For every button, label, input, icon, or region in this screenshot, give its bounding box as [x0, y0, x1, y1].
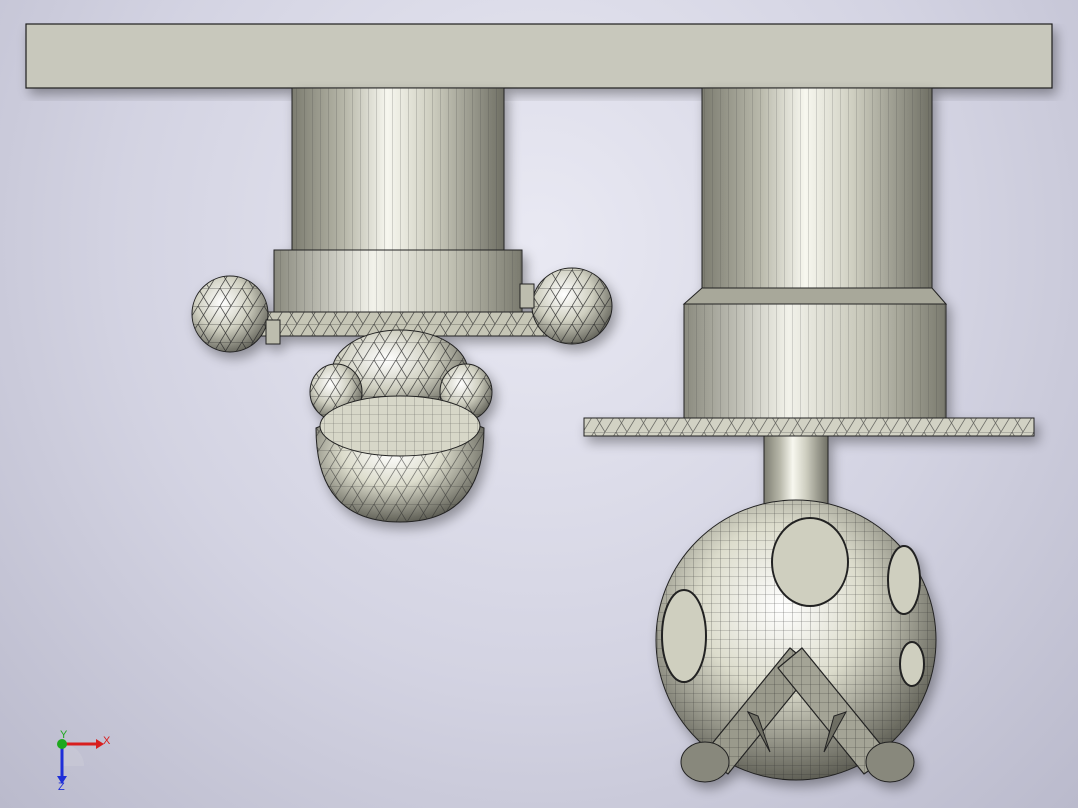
reference-triad: X Y Z — [57, 729, 111, 793]
z-axis-label: Z — [58, 781, 65, 793]
y-axis-label: Y — [60, 729, 68, 741]
mounting-plate[interactable] — [25, 23, 1053, 89]
left-sphere[interactable] — [315, 395, 485, 523]
left-assembly[interactable] — [191, 87, 613, 523]
right-knob[interactable] — [531, 267, 613, 345]
graphics-viewport[interactable]: X Y Z — [0, 0, 1078, 808]
left-knob[interactable] — [191, 275, 269, 353]
right-ball-gripper[interactable] — [655, 499, 937, 783]
right-assembly[interactable] — [583, 87, 1035, 783]
x-axis-label: X — [103, 735, 111, 747]
